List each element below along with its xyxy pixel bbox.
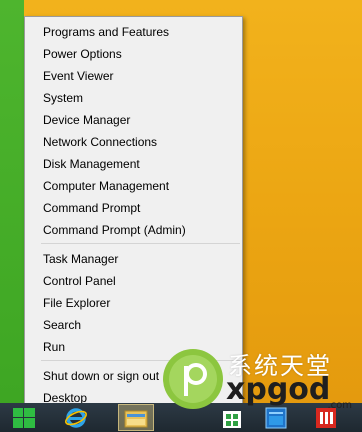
- internet-explorer-icon: [65, 407, 87, 428]
- xpgod-watermark: 系统天堂 xpgod .com: [163, 349, 362, 411]
- menu-item-shut-down-or-sign-out[interactable]: Shut down or sign out: [43, 366, 159, 386]
- menu-separator: [41, 243, 240, 244]
- internet-explorer-button[interactable]: [58, 404, 94, 431]
- xpgod-logo-icon: [163, 349, 223, 409]
- windows-logo-icon: [13, 407, 35, 428]
- menu-item-task-manager[interactable]: Task Manager: [43, 249, 118, 269]
- desktop-green-strip: [0, 0, 27, 403]
- file-explorer-button[interactable]: [118, 404, 154, 431]
- menu-item-disk-management[interactable]: Disk Management: [43, 154, 140, 174]
- menu-item-system[interactable]: System: [43, 88, 83, 108]
- start-button[interactable]: [6, 404, 42, 431]
- menu-item-command-prompt-admin[interactable]: Command Prompt (Admin): [43, 220, 186, 240]
- menu-item-file-explorer[interactable]: File Explorer: [43, 293, 110, 313]
- watermark-english-text: xpgod: [226, 372, 331, 407]
- menu-item-command-prompt[interactable]: Command Prompt: [43, 198, 140, 218]
- menu-item-event-viewer[interactable]: Event Viewer: [43, 66, 113, 86]
- menu-item-computer-management[interactable]: Computer Management: [43, 176, 169, 196]
- menu-item-control-panel[interactable]: Control Panel: [43, 271, 116, 291]
- folder-icon: [124, 410, 148, 427]
- menu-item-search[interactable]: Search: [43, 315, 81, 335]
- menu-item-run[interactable]: Run: [43, 337, 65, 357]
- menu-item-power-options[interactable]: Power Options: [43, 44, 122, 64]
- menu-item-programs-and-features[interactable]: Programs and Features: [43, 22, 169, 42]
- menu-item-network-connections[interactable]: Network Connections: [43, 132, 157, 152]
- menu-item-device-manager[interactable]: Device Manager: [43, 110, 130, 130]
- watermark-domain-suffix: .com: [327, 400, 352, 411]
